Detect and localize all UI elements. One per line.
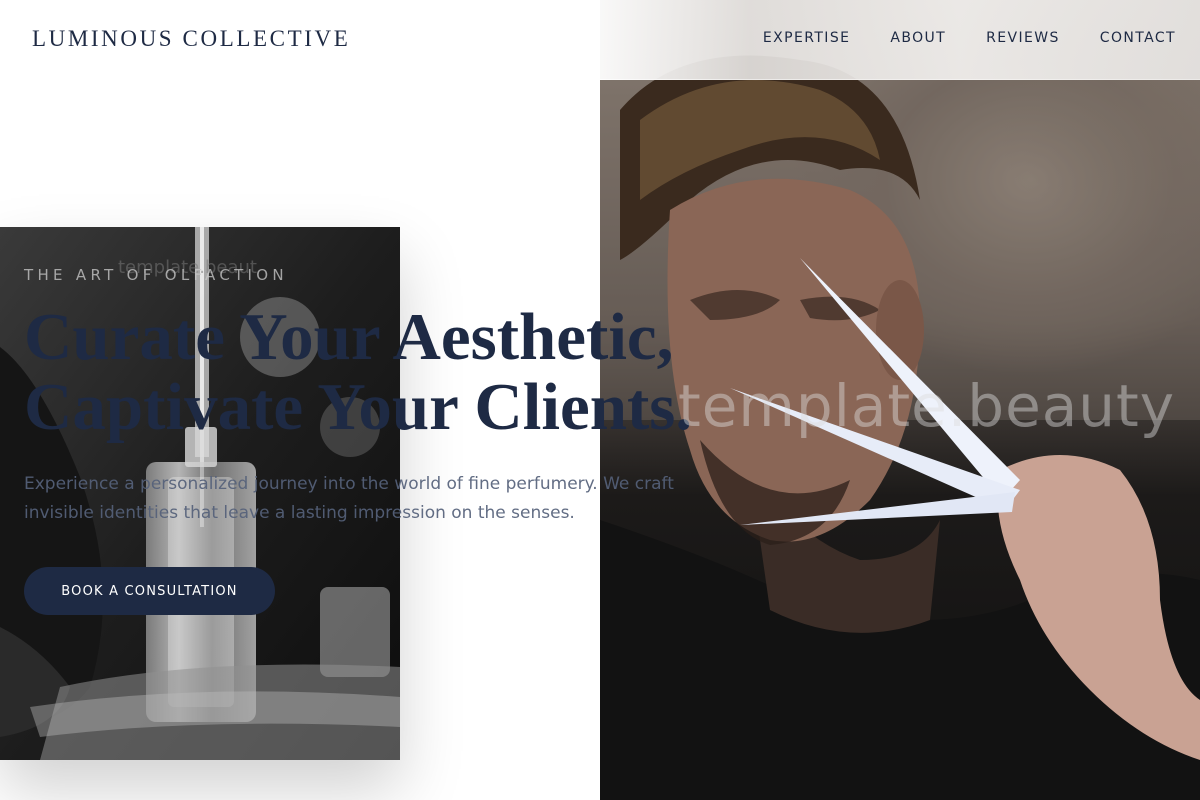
hero-headline-line-1: Curate Your Aesthetic, (24, 300, 674, 374)
nav-link-about[interactable]: ABOUT (890, 30, 946, 46)
nav-link-reviews[interactable]: REVIEWS (986, 30, 1060, 46)
nav-link-expertise[interactable]: EXPERTISE (763, 30, 850, 46)
hero-description: Experience a personalized journey into t… (24, 474, 674, 523)
hero-headline-line-2: Captivate Your Clients. (24, 370, 693, 444)
nav-link-contact[interactable]: CONTACT (1100, 30, 1176, 46)
main-nav: EXPERTISE ABOUT REVIEWS CONTACT (763, 30, 1176, 46)
hero-watermark: template.beauty (678, 372, 1176, 440)
book-consultation-button[interactable]: BOOK A CONSULTATION (24, 567, 275, 615)
site-header: LUMINOUS COLLECTIVE EXPERTISE ABOUT REVI… (0, 0, 1200, 80)
hero-eyebrow: THE ART OF OLFACTION (24, 266, 288, 284)
hero-headline: Curate Your Aesthetic, Captivate Your Cl… (24, 302, 692, 442)
brand-logo-text[interactable]: LUMINOUS COLLECTIVE (32, 26, 350, 52)
